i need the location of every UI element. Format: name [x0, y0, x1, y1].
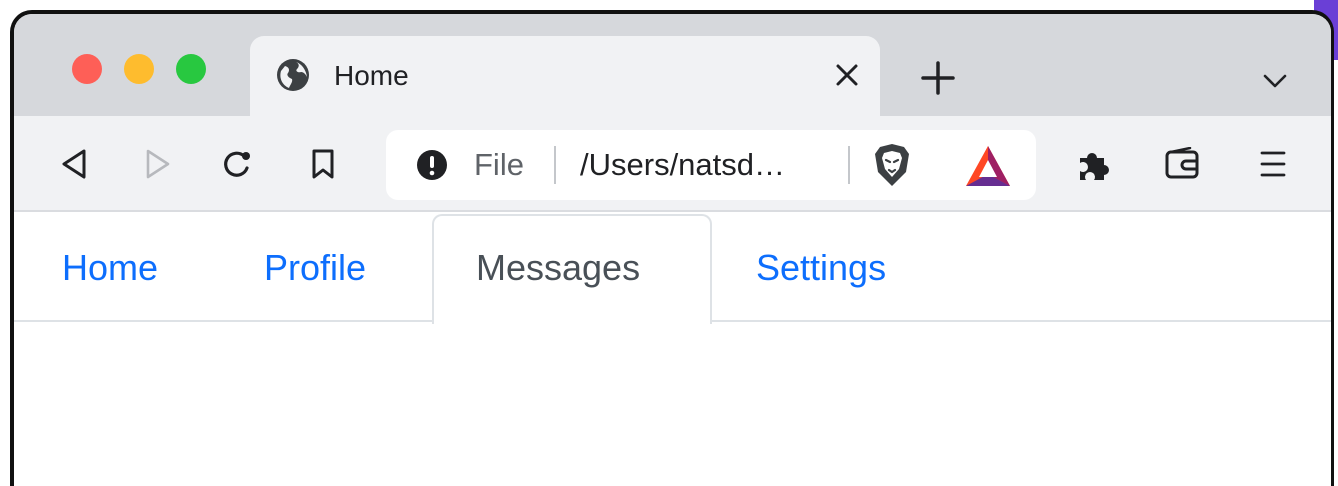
tab-strip: Home [14, 14, 1331, 118]
chevron-down-icon[interactable] [1262, 68, 1288, 94]
nav-tab-home[interactable]: Home [62, 246, 158, 290]
browser-tab-home[interactable]: Home [250, 36, 880, 118]
nav-tabs: Home Profile Messages Settings [14, 212, 1331, 324]
browser-toolbar: File /Users/natsd… [14, 116, 1331, 212]
omnibox-divider [848, 146, 850, 184]
extensions-icon[interactable] [1074, 146, 1112, 184]
wallet-icon[interactable] [1164, 147, 1200, 181]
url-scheme: File [474, 147, 524, 182]
browser-window: Home File /Users/natsd… Home Profile Mes… [10, 10, 1334, 486]
address-bar[interactable]: File /Users/natsd… [386, 130, 1036, 200]
omnibox-divider [554, 146, 556, 184]
bookmark-icon[interactable] [306, 147, 340, 181]
globe-icon [276, 58, 310, 92]
nav-tab-settings[interactable]: Settings [756, 246, 886, 290]
tab-title: Home [334, 60, 409, 91]
url-text[interactable]: /Users/natsd… [580, 147, 785, 183]
close-window-button[interactable] [72, 54, 102, 84]
minimize-window-button[interactable] [124, 54, 154, 84]
bat-rewards-icon[interactable] [964, 144, 1012, 188]
nav-tab-profile[interactable]: Profile [264, 246, 366, 290]
reload-icon[interactable] [220, 147, 254, 181]
new-tab-icon[interactable] [920, 60, 956, 96]
nav-tab-messages[interactable]: Messages [432, 214, 712, 324]
zoom-window-button[interactable] [176, 54, 206, 84]
back-icon[interactable] [58, 147, 92, 181]
info-icon[interactable] [416, 149, 448, 181]
menu-icon[interactable] [1258, 147, 1288, 181]
nav-tab-messages-label: Messages [476, 247, 641, 288]
forward-icon[interactable] [140, 147, 174, 181]
close-tab-icon[interactable] [832, 60, 862, 90]
page-content: Home Profile Messages Settings [14, 212, 1331, 486]
brave-shield-icon[interactable] [872, 142, 912, 188]
